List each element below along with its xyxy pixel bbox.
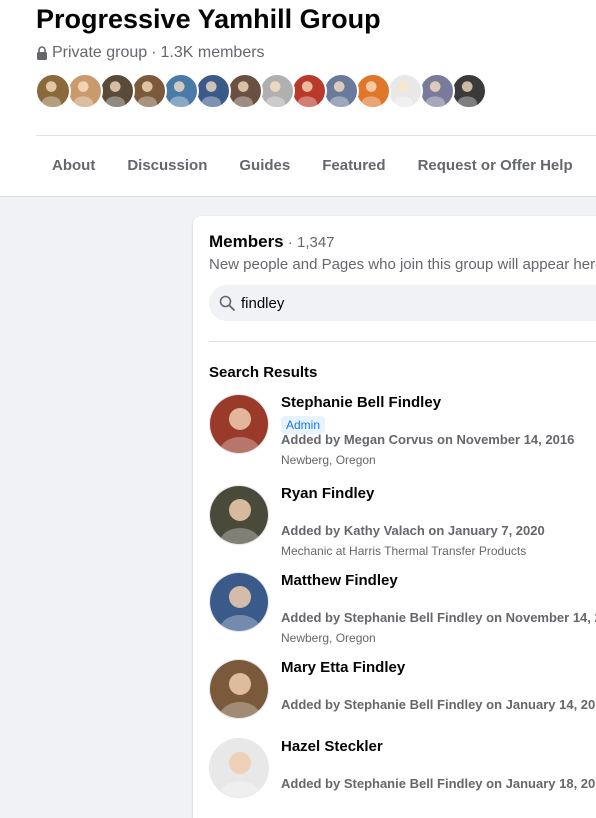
member-search[interactable] — [209, 285, 596, 321]
facepile-avatar[interactable] — [195, 73, 231, 109]
lock-icon — [36, 46, 48, 60]
privacy-label[interactable]: Private group — [52, 44, 147, 62]
facepile-avatar[interactable] — [291, 73, 327, 109]
member-detail: Newberg, Oregon — [281, 631, 376, 645]
facepile-avatar[interactable] — [131, 73, 167, 109]
card-divider — [209, 341, 596, 342]
member-detail: Newberg, Oregon — [281, 453, 376, 467]
facepile-avatar[interactable] — [227, 73, 263, 109]
member-result: Mary Etta Findley Added by Stephanie Bell… — [209, 659, 596, 729]
group-title[interactable]: Progressive Yamhill Group — [36, 4, 381, 35]
facepile-avatar[interactable] — [451, 73, 487, 109]
member-name[interactable]: Matthew Findley — [281, 572, 398, 589]
facepile-avatar[interactable] — [35, 73, 71, 109]
group-meta: Private group · 1.3K members — [36, 44, 265, 62]
member-result: Hazel Steckler Added by Stephanie Bell Fi… — [209, 738, 596, 808]
member-detail: Mechanic at Harris Thermal Transfer Prod… — [281, 544, 527, 558]
facepile-avatar[interactable] — [323, 73, 359, 109]
member-added-by: Added by Kathy Valach on January 7, 2020 — [281, 523, 545, 538]
member-count-label[interactable]: 1.3K members — [161, 44, 265, 62]
facepile-avatar[interactable] — [259, 73, 295, 109]
facepile-avatar[interactable] — [387, 73, 423, 109]
member-added-by: Added by Stephanie Bell Findley on Janua… — [281, 776, 596, 791]
group-header: Progressive Yamhill Group Private group … — [0, 0, 596, 197]
facepile-avatar[interactable] — [67, 73, 103, 109]
member-added-by: Added by Stephanie Bell Findley on Janua… — [281, 697, 596, 712]
members-card: Members · 1,347 New people and Pages who… — [193, 216, 596, 818]
member-name[interactable]: Stephanie Bell Findley — [281, 394, 441, 411]
member-avatar[interactable] — [209, 572, 269, 632]
member-avatar[interactable] — [209, 394, 269, 454]
member-avatar[interactable] — [209, 659, 269, 719]
member-avatar[interactable] — [209, 485, 269, 545]
member-added-by: Added by Stephanie Bell Findley on Novem… — [281, 610, 596, 625]
member-facepile[interactable] — [35, 73, 487, 109]
member-result: Matthew Findley Added by Stephanie Bell F… — [209, 572, 596, 645]
facepile-avatar[interactable] — [99, 73, 135, 109]
search-input[interactable] — [241, 294, 541, 312]
facepile-avatar[interactable] — [355, 73, 391, 109]
member-name[interactable]: Hazel Steckler — [281, 738, 383, 755]
tab-request-or-offer-help[interactable]: Request or Offer Help — [402, 136, 589, 196]
member-added-by: Added by Megan Corvus on November 14, 20… — [281, 432, 575, 447]
meta-separator: · — [151, 44, 157, 61]
facepile-avatar[interactable] — [163, 73, 199, 109]
member-result: Ryan Findley Added by Kathy Valach on Jan… — [209, 485, 596, 558]
member-result: Stephanie Bell Findley Admin Added by Mega… — [209, 394, 596, 467]
tab-discussion[interactable]: Discussion — [111, 136, 223, 196]
members-title: Members — [209, 232, 284, 251]
search-icon — [219, 295, 235, 311]
tab-guides[interactable]: Guides — [223, 136, 306, 196]
members-heading: Members · 1,347 — [209, 232, 335, 252]
tab-about[interactable]: About — [36, 136, 111, 196]
member-avatar[interactable] — [209, 738, 269, 798]
group-tabs: About Discussion Guides Featured Request or … — [36, 136, 596, 196]
tab-to[interactable]: To — [589, 136, 596, 196]
members-subtitle: New people and Pages who join this group… — [209, 256, 596, 273]
search-results-label: Search Results — [209, 364, 318, 381]
facepile-avatar[interactable] — [419, 73, 455, 109]
members-count: · 1,347 — [283, 234, 335, 251]
member-name[interactable]: Mary Etta Findley — [281, 659, 405, 676]
tab-featured[interactable]: Featured — [306, 136, 401, 196]
member-name[interactable]: Ryan Findley — [281, 485, 374, 502]
